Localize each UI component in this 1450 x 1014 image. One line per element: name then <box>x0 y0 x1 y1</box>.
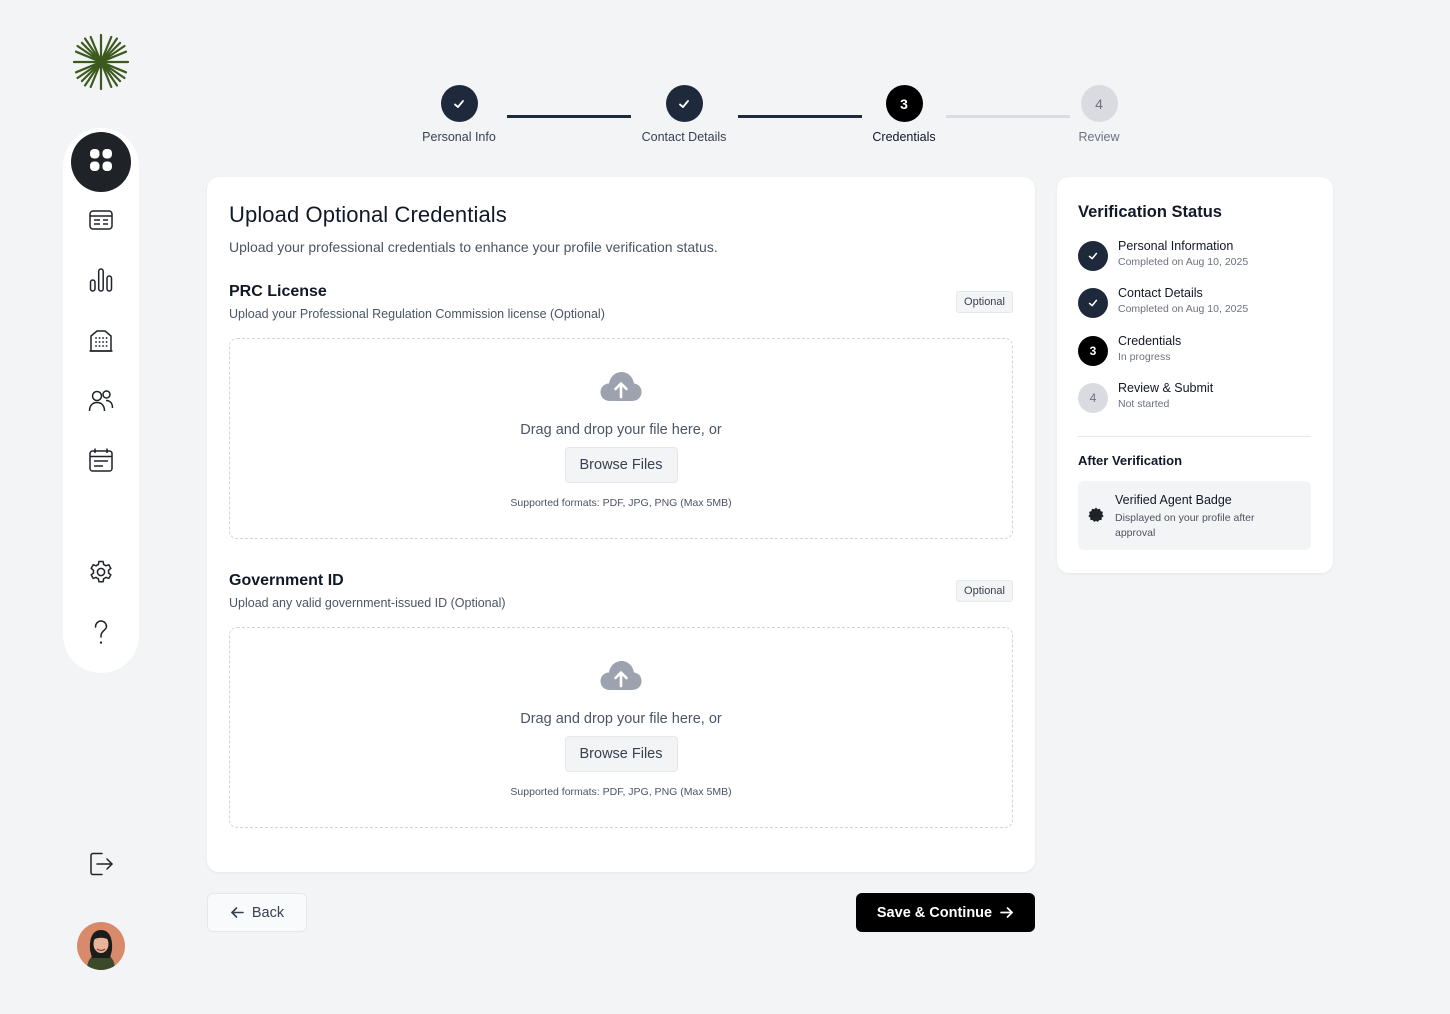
logout-icon <box>88 851 114 882</box>
user-avatar[interactable] <box>77 922 125 970</box>
vs-item-credentials: 3 Credentials In progress <box>1078 334 1182 366</box>
cloud-upload-icon <box>600 372 642 401</box>
dropzone-text: Drag and drop your file here, or <box>520 422 722 438</box>
vs-item-name: Review & Submit <box>1118 381 1214 395</box>
step-contact-details: Contact Details <box>624 85 744 144</box>
prc-license-dropzone[interactable]: Drag and drop your file here, or Browse … <box>229 338 1013 539</box>
vs-item-personal-information: Personal Information Completed on Aug 10… <box>1078 239 1249 271</box>
id-card-icon <box>88 207 114 238</box>
step-credentials: 3 Credentials <box>854 85 954 144</box>
cloud-upload-icon <box>600 661 642 690</box>
vs-item-contact-details: Contact Details Completed on Aug 10, 202… <box>1078 286 1249 318</box>
starburst-logo-icon <box>72 33 130 91</box>
government-id-dropzone[interactable]: Drag and drop your file here, or Browse … <box>229 627 1013 828</box>
dropzone-text: Drag and drop your file here, or <box>520 711 722 727</box>
upload-credentials-card: Upload Optional Credentials Upload your … <box>207 177 1035 872</box>
step-number: 4 <box>1080 85 1118 122</box>
vs-item-meta: In progress <box>1118 351 1171 363</box>
sidebar-nav <box>63 128 139 673</box>
check-icon <box>1078 288 1108 318</box>
government-id-title: Government ID <box>229 572 344 589</box>
settings-gear-icon <box>88 559 114 590</box>
building-icon <box>88 327 114 358</box>
step-review: 4 Review <box>1049 85 1149 144</box>
stepper-connector-2 <box>738 115 862 118</box>
help-question-icon <box>88 619 114 650</box>
vs-item-name: Credentials <box>1118 334 1182 348</box>
supported-formats: Supported formats: PDF, JPG, PNG (Max 5M… <box>510 786 732 798</box>
vs-step-number: 3 <box>1078 336 1108 366</box>
step-personal-info: Personal Info <box>409 85 509 144</box>
optional-badge: Optional <box>956 580 1013 602</box>
check-icon <box>440 85 478 122</box>
step-label: Review <box>1078 130 1120 144</box>
check-icon <box>1078 241 1108 271</box>
bar-chart-icon <box>88 267 114 298</box>
page-subtitle: Upload your professional credentials to … <box>229 239 718 255</box>
nav-clients[interactable] <box>71 372 131 432</box>
vs-step-number: 4 <box>1078 383 1108 413</box>
nav-analytics[interactable] <box>71 252 131 312</box>
nav-settings[interactable] <box>71 544 131 604</box>
vs-item-meta: Completed on Aug 10, 2025 <box>1118 303 1249 315</box>
back-label: Back <box>251 904 285 921</box>
browse-files-button[interactable]: Browse Files <box>564 736 678 772</box>
calendar-list-icon <box>88 447 114 478</box>
arrow-left-icon <box>231 907 244 918</box>
browse-files-button[interactable]: Browse Files <box>564 447 678 483</box>
vs-item-review-submit: 4 Review & Submit Not started <box>1078 381 1214 413</box>
nav-properties[interactable] <box>71 312 131 372</box>
optional-badge: Optional <box>956 291 1013 313</box>
badge-description: Displayed on your profile after approval <box>1115 512 1255 539</box>
back-button[interactable]: Back <box>207 893 307 932</box>
nav-dashboard[interactable] <box>71 132 131 192</box>
step-label: Contact Details <box>641 130 727 144</box>
verification-title: Verification Status <box>1078 203 1222 221</box>
vs-item-name: Personal Information <box>1118 239 1234 253</box>
arrow-right-icon <box>1000 907 1013 918</box>
users-icon <box>88 387 114 418</box>
logout-button[interactable] <box>86 851 116 881</box>
verified-seal-icon <box>1088 507 1104 522</box>
dashboard-grid-icon <box>88 147 114 178</box>
prc-license-subtitle: Upload your Professional Regulation Comm… <box>229 307 605 321</box>
verification-status-card: Verification Status Personal Information… <box>1057 177 1333 573</box>
verified-badge-box: Verified Agent Badge Displayed on your p… <box>1078 481 1311 550</box>
check-icon <box>665 85 703 122</box>
vs-item-meta: Not started <box>1118 398 1170 410</box>
government-id-subtitle: Upload any valid government-issued ID (O… <box>229 596 506 610</box>
save-label: Save & Continue <box>876 904 993 921</box>
step-number: 3 <box>885 85 923 122</box>
step-label: Personal Info <box>422 130 496 144</box>
vs-item-meta: Completed on Aug 10, 2025 <box>1118 256 1249 268</box>
nav-help[interactable] <box>71 604 131 664</box>
stepper-connector-1 <box>507 115 631 118</box>
badge-name: Verified Agent Badge <box>1115 493 1232 507</box>
step-label: Credentials <box>872 130 936 144</box>
supported-formats: Supported formats: PDF, JPG, PNG (Max 5M… <box>510 497 732 509</box>
page-title: Upload Optional Credentials <box>229 202 507 227</box>
nav-id-card[interactable] <box>71 192 131 252</box>
vs-item-name: Contact Details <box>1118 286 1203 300</box>
after-verification-title: After Verification <box>1078 453 1183 468</box>
save-continue-button[interactable]: Save & Continue <box>856 893 1035 932</box>
prc-license-title: PRC License <box>229 283 327 300</box>
divider <box>1078 436 1311 437</box>
nav-schedule[interactable] <box>71 432 131 492</box>
